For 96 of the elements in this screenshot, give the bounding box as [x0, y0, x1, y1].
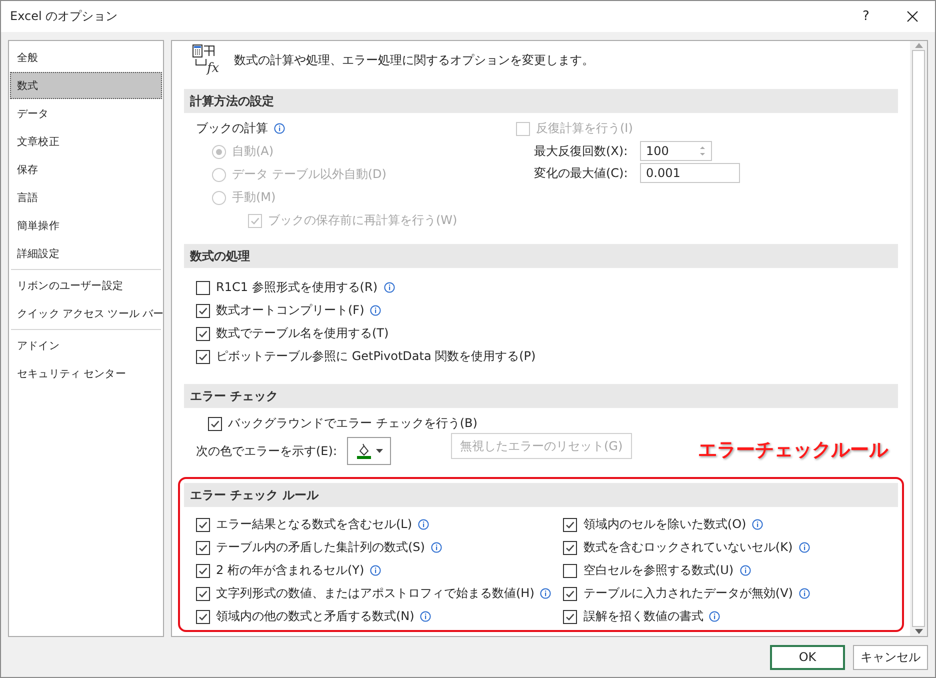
section-header: エラー チェック — [184, 384, 898, 408]
sidebar-item[interactable]: 簡単操作 — [10, 212, 162, 239]
checkbox-label: 反復計算を行う(I) — [536, 120, 633, 137]
checkbox-label: バックグラウンドでエラー チェックを行う(B) — [228, 415, 478, 432]
sidebar-item[interactable]: 詳細設定 — [10, 240, 162, 267]
info-icon — [798, 542, 810, 553]
sidebar-item[interactable]: 文章校正 — [10, 128, 162, 155]
info-icon — [370, 565, 382, 576]
checkbox-label: 文字列形式の数値、またはアポストロフィで始まる数値(H) — [216, 585, 534, 602]
radio-label: 手動(M) — [232, 189, 276, 206]
checkbox[interactable] — [563, 564, 578, 578]
checkbox[interactable] — [196, 586, 210, 600]
help-button[interactable]: ? — [843, 1, 889, 32]
checkbox-label: 領域内のセルを除いた数式(O) — [583, 516, 746, 533]
checkmark-icon — [198, 612, 208, 622]
field-label: 変化の最大値(C): — [534, 164, 629, 182]
checkbox[interactable] — [196, 540, 210, 554]
info-icon — [370, 305, 382, 316]
info-icon — [709, 611, 720, 622]
section-header: 計算方法の設定 — [184, 89, 898, 113]
page-description: 数式の計算や処理、エラー処理に関するオプションを変更します。 — [234, 52, 594, 68]
checkmark-icon — [565, 612, 576, 622]
info-icon — [798, 588, 810, 599]
checkbox[interactable] — [563, 610, 578, 624]
field-label: 次の色でエラーを示す(E): — [196, 442, 337, 460]
scrollbar-thumb[interactable] — [912, 50, 925, 627]
sidebar-item[interactable]: データ — [10, 100, 162, 127]
info-icon — [740, 565, 751, 576]
close-icon — [906, 11, 918, 22]
section-header: 数式の処理 — [184, 244, 898, 268]
number-spinner[interactable]: 100 — [640, 141, 712, 161]
radio-label: 自動(A) — [232, 143, 274, 160]
info-icon — [420, 611, 432, 622]
info-icon — [274, 123, 285, 134]
checkbox[interactable] — [196, 518, 210, 532]
radio-label: データ テーブル以外自動(D) — [232, 166, 386, 183]
checkbox[interactable] — [196, 304, 210, 318]
checkbox-label: 誤解を招く数値の書式 — [583, 608, 704, 625]
checkbox[interactable] — [563, 518, 578, 532]
checkbox-label: 数式オートコンプリート(F) — [216, 302, 364, 319]
sidebar-item[interactable]: アドイン — [10, 332, 162, 359]
checkbox[interactable] — [196, 350, 210, 364]
sidebar-item[interactable]: 言語 — [10, 184, 162, 211]
checkbox[interactable] — [196, 326, 210, 340]
checkbox-label: 空白セルを参照する数式(U) — [583, 562, 734, 579]
checkmark-icon — [198, 588, 208, 598]
checkmark-icon — [565, 520, 576, 530]
annotation-label: エラーチェックルール — [698, 438, 888, 463]
scroll-down-icon[interactable] — [914, 629, 922, 634]
info-icon — [540, 588, 552, 599]
sidebar-item[interactable]: 数式 — [10, 72, 162, 99]
checkbox-label: 数式を含むロックされていないセル(K) — [583, 539, 793, 556]
info-icon — [752, 519, 764, 530]
checkbox-label: R1C1 参照形式を使用する(R) — [216, 279, 378, 296]
sidebar-item[interactable]: クイック アクセス ツール バー — [10, 300, 162, 327]
checkbox[interactable] — [563, 540, 578, 554]
checkbox[interactable] — [196, 610, 210, 624]
checkbox-label: テーブル内の矛盾した集計列の数式(S) — [216, 539, 425, 556]
checkbox[interactable] — [196, 280, 210, 294]
info-icon — [418, 519, 430, 530]
caret-icon — [376, 449, 382, 453]
sidebar-item[interactable]: 保存 — [10, 156, 162, 183]
sidebar-item[interactable]: セキュリティ センター — [10, 360, 162, 387]
paint-bucket-icon — [356, 443, 372, 459]
color-picker[interactable] — [347, 437, 391, 465]
checkbox-label: ブックの保存前に再計算を行う(W) — [268, 212, 458, 229]
checkmark-icon — [210, 418, 220, 428]
checkbox[interactable] — [196, 564, 210, 578]
checkbox-label: 2 桁の年が含まれるセル(Y) — [216, 562, 364, 579]
checkmark-icon — [198, 520, 208, 530]
info-icon — [384, 282, 395, 293]
checkbox-label: エラー結果となる数式を含むセル(L) — [216, 516, 412, 533]
checkbox[interactable] — [563, 586, 578, 600]
window-title: Excel のオプション — [10, 8, 119, 25]
field-label: 最大反復回数(X): — [534, 142, 629, 160]
checkbox-label: ピボットテーブル参照に GetPivotData 関数を使用する(P) — [216, 348, 536, 365]
group-label: ブックの計算 — [196, 120, 268, 137]
checkbox-label: 領域内の他の数式と矛盾する数式(N) — [216, 608, 414, 625]
cancel-button[interactable]: キャンセル — [853, 644, 928, 670]
input-field[interactable]: 0.001 — [640, 163, 740, 183]
sidebar-item[interactable]: 全般 — [10, 44, 162, 71]
checkmark-icon — [565, 588, 576, 598]
checkbox[interactable] — [208, 416, 222, 430]
sidebar-item[interactable]: リボンのユーザー設定 — [10, 272, 162, 299]
checkbox-label: テーブルに入力されたデータが無効(V) — [583, 585, 793, 602]
checkmark-icon — [250, 216, 260, 226]
checkmark-icon — [198, 306, 208, 316]
checkbox-label: 数式でテーブル名を使用する(T) — [216, 325, 389, 342]
checkmark-icon — [565, 542, 576, 552]
info-icon — [430, 542, 442, 553]
checkmark-icon — [198, 328, 208, 338]
checkmark-icon — [198, 352, 208, 362]
checkmark-icon — [198, 542, 208, 552]
checkmark-icon — [198, 566, 208, 576]
section-header: エラー チェック ルール — [184, 483, 898, 507]
ok-button[interactable]: OK — [770, 644, 845, 670]
